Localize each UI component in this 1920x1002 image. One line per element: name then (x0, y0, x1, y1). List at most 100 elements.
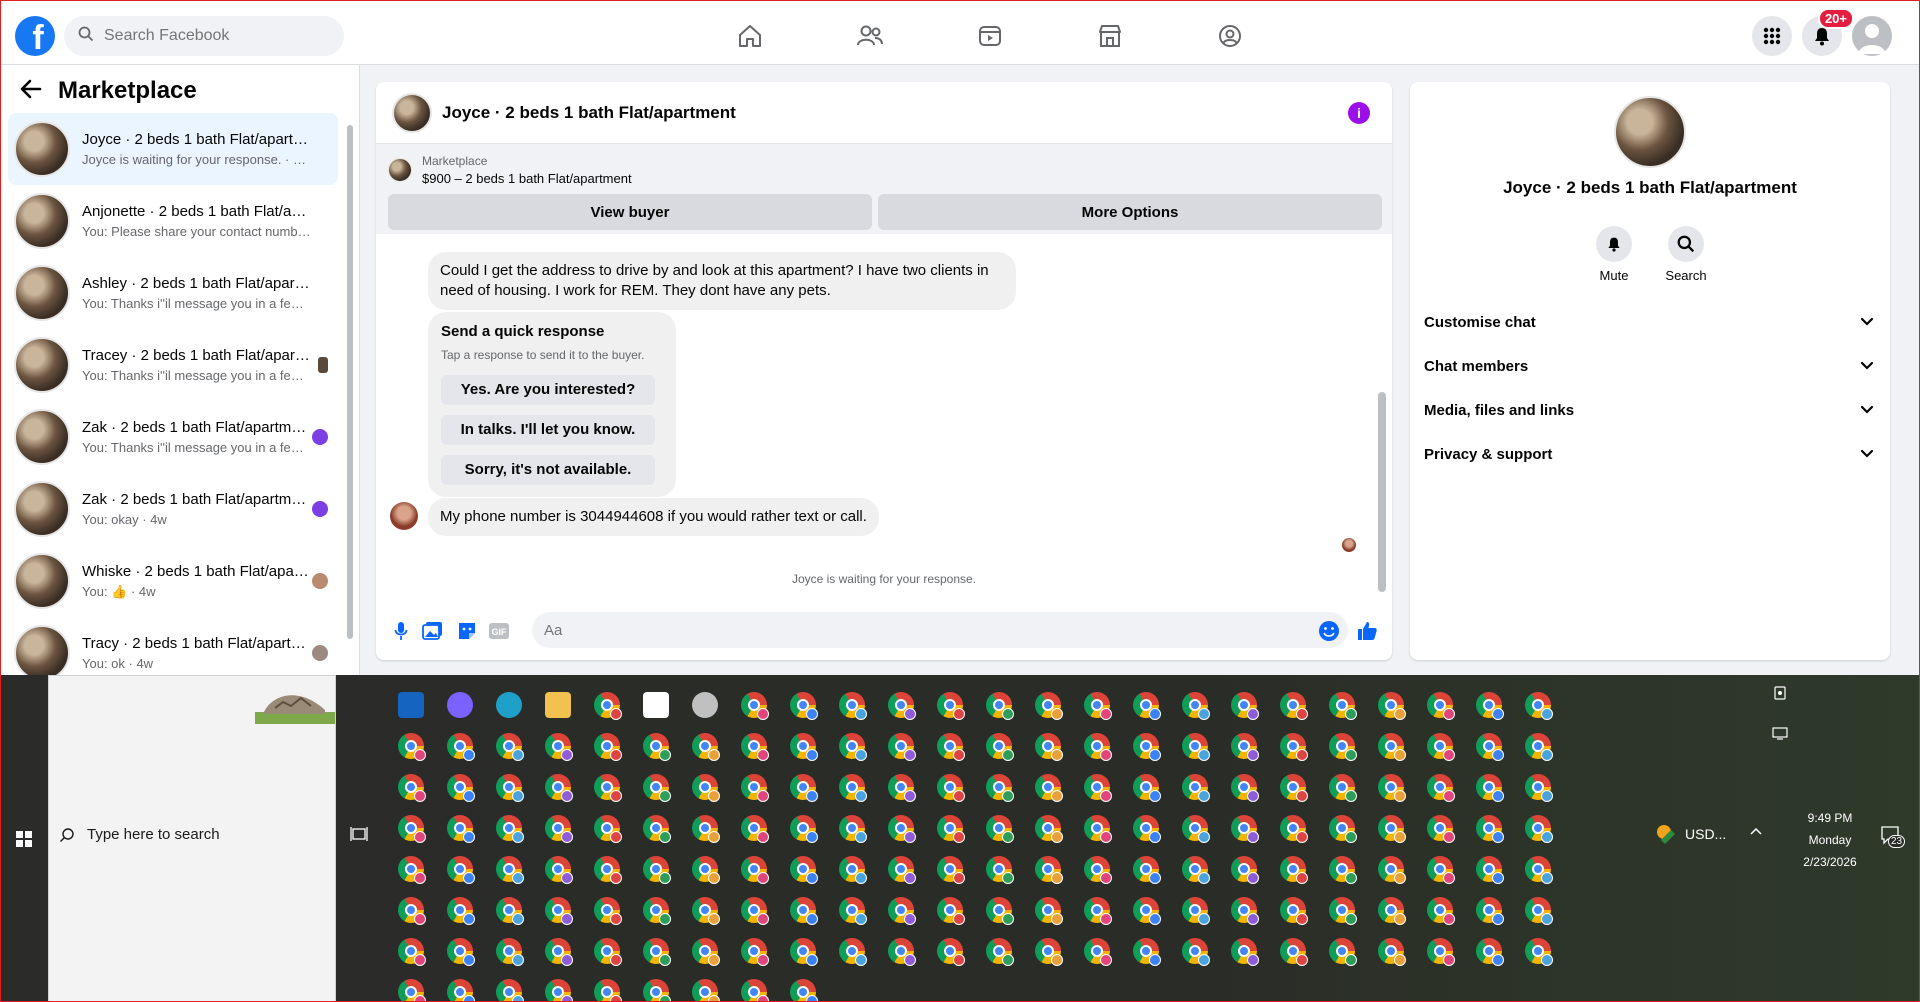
mute-button[interactable]: Mute (1596, 226, 1632, 283)
chrome-app-icon[interactable] (1476, 692, 1504, 720)
taskbar-clock[interactable]: 9:49 PM Monday 2/23/2026 (1790, 807, 1870, 873)
chrome-app-icon[interactable] (986, 938, 1014, 966)
chrome-app-icon[interactable] (692, 856, 720, 884)
chrome-app-icon[interactable] (496, 938, 524, 966)
chrome-app-icon[interactable] (1476, 856, 1504, 884)
chrome-app-icon[interactable] (1329, 856, 1357, 884)
chrome-app-icon[interactable] (1231, 856, 1259, 884)
chrome-app-icon[interactable] (545, 733, 573, 761)
chrome-app-icon[interactable] (643, 897, 671, 925)
friends-icon[interactable] (810, 14, 930, 58)
chrome-app-icon[interactable] (839, 938, 867, 966)
chrome-app-icon[interactable] (1329, 815, 1357, 843)
chrome-app-icon[interactable] (1035, 774, 1063, 802)
chrome-app-icon[interactable] (937, 733, 965, 761)
chrome-app-icon[interactable] (643, 938, 671, 966)
chrome-app-icon[interactable] (643, 774, 671, 802)
chrome-app-icon[interactable] (1231, 815, 1259, 843)
chrome-app-icon[interactable] (1427, 815, 1455, 843)
chrome-app-icon[interactable] (888, 938, 916, 966)
chrome-app-icon[interactable] (1035, 856, 1063, 884)
chrome-app-icon[interactable] (447, 938, 475, 966)
chrome-app-icon[interactable] (1329, 938, 1357, 966)
chrome-app-icon[interactable] (1476, 938, 1504, 966)
chrome-app-icon[interactable] (1231, 692, 1259, 720)
chrome-app-icon[interactable] (594, 774, 622, 802)
show-hidden-icons-chevron-up-icon[interactable] (1748, 823, 1768, 843)
tray-phone-link-icon[interactable] (1772, 685, 1790, 703)
notification-center-icon[interactable]: 23 (1880, 825, 1906, 848)
chrome-app-icon[interactable] (398, 897, 426, 925)
chrome-app-icon[interactable] (1525, 897, 1553, 925)
chrome-app-icon[interactable] (937, 938, 965, 966)
microphone-icon[interactable] (390, 620, 412, 642)
chrome-app-icon[interactable] (888, 815, 916, 843)
chrome-app-icon[interactable] (888, 897, 916, 925)
chrome-app-icon[interactable] (1427, 733, 1455, 761)
chrome-app-icon[interactable] (545, 774, 573, 802)
info-icon[interactable]: i (1348, 102, 1370, 124)
chrome-app-icon[interactable] (839, 897, 867, 925)
chrome-app-icon[interactable] (545, 897, 573, 925)
chrome-app-icon[interactable] (545, 979, 573, 1002)
chrome-app-icon[interactable] (1280, 938, 1308, 966)
chrome-app-icon[interactable] (643, 856, 671, 884)
gif-icon[interactable]: GIF (488, 620, 510, 642)
chrome-app-icon[interactable] (1035, 897, 1063, 925)
chrome-app-icon[interactable] (1525, 733, 1553, 761)
chrome-app-icon[interactable] (1427, 774, 1455, 802)
conversation-item[interactable]: Ashley · 2 beds 1 bath Flat/apartment You… (8, 257, 338, 329)
chrome-app-icon[interactable] (1231, 938, 1259, 966)
search-input[interactable] (104, 27, 324, 45)
chrome-app-icon[interactable] (1378, 856, 1406, 884)
scrollbar-thumb[interactable] (347, 125, 353, 639)
marketplace-icon[interactable] (1050, 14, 1170, 58)
chrome-app-icon[interactable] (447, 774, 475, 802)
chrome-app-icon[interactable] (1182, 897, 1210, 925)
chrome-app-icon[interactable] (447, 897, 475, 925)
chrome-app-icon[interactable] (986, 692, 1014, 720)
chrome-app-icon[interactable] (1427, 897, 1455, 925)
chrome-app-icon[interactable] (1231, 733, 1259, 761)
chrome-app-icon[interactable] (888, 856, 916, 884)
conversation-item[interactable]: Whiske · 2 beds 1 bath Flat/apartment You… (8, 545, 338, 617)
chrome-app-icon[interactable] (839, 856, 867, 884)
conversation-item[interactable]: Zak · 2 beds 1 bath Flat/apartment You: o… (8, 473, 338, 545)
chrome-app-icon[interactable] (790, 897, 818, 925)
chrome-app-icon[interactable] (888, 774, 916, 802)
photo-icon[interactable] (422, 620, 444, 642)
section-media-files-links[interactable]: Media, files and links (1424, 390, 1880, 430)
chrome-app-icon[interactable] (1182, 856, 1210, 884)
chrome-app-icon[interactable] (1084, 733, 1112, 761)
chat-scrollbar[interactable] (1378, 392, 1386, 592)
chrome-app-icon[interactable] (1231, 774, 1259, 802)
chrome-app-icon[interactable] (1378, 938, 1406, 966)
chrome-app-icon[interactable] (1427, 856, 1455, 884)
chrome-app-icon[interactable] (594, 938, 622, 966)
sidebar-scrollbar[interactable] (346, 115, 354, 663)
chrome-app-icon[interactable] (594, 733, 622, 761)
chrome-app-icon[interactable] (937, 897, 965, 925)
chrome-app-icon[interactable] (937, 774, 965, 802)
chrome-app-icon[interactable] (1231, 897, 1259, 925)
profile-avatar-button[interactable] (1852, 16, 1892, 56)
quick-reply-in-talks[interactable]: In talks. I'll let you know. (441, 415, 655, 445)
conversation-item[interactable]: Anjonette · 2 beds 1 bath Flat/apartment… (8, 185, 338, 257)
copilot-app-icon[interactable] (447, 692, 473, 718)
section-chat-members[interactable]: Chat members (1424, 346, 1880, 386)
chrome-app-icon[interactable] (937, 856, 965, 884)
chrome-app-icon[interactable] (1329, 774, 1357, 802)
facebook-logo[interactable]: f (15, 16, 55, 56)
chrome-app-icon[interactable] (447, 979, 475, 1002)
menu-grid-button[interactable] (1752, 16, 1792, 56)
chrome-app-icon[interactable] (741, 815, 769, 843)
back-arrow-icon[interactable] (20, 79, 42, 104)
chrome-app-icon[interactable] (692, 979, 720, 1002)
chrome-app-icon[interactable] (741, 897, 769, 925)
conversation-item[interactable]: Zak · 2 beds 1 bath Flat/apartment You: T… (8, 401, 338, 473)
chrome-app-icon[interactable] (643, 979, 671, 1002)
chrome-app-icon[interactable] (1084, 692, 1112, 720)
chrome-app-icon[interactable] (1084, 897, 1112, 925)
chrome-app-icon[interactable] (398, 774, 426, 802)
chrome-app-icon[interactable] (1476, 733, 1504, 761)
